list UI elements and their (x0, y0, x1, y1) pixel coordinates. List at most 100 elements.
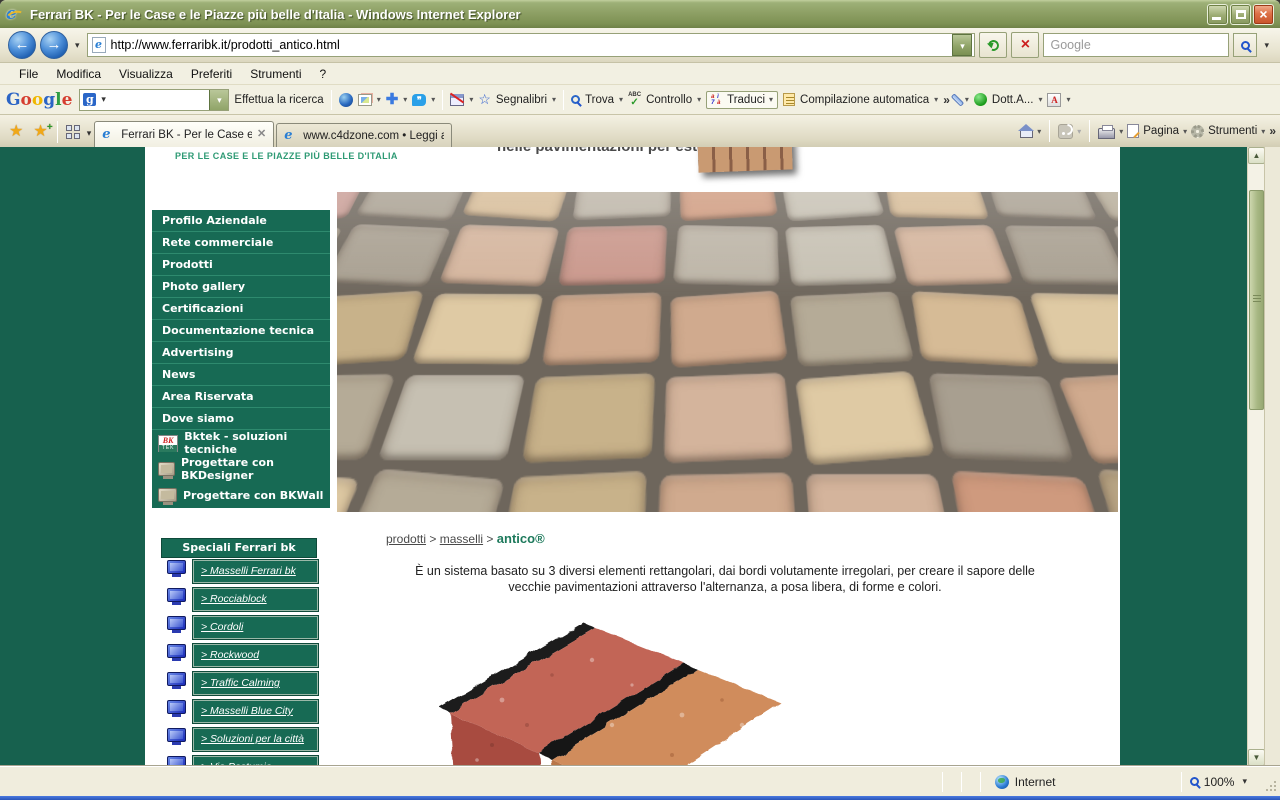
favorites-star-icon[interactable]: ★ (4, 121, 28, 147)
special-link-masselli-blue-city[interactable]: > Masselli Blue City (161, 699, 321, 728)
pdf-dropdown-icon[interactable]: ▾ (1066, 95, 1070, 104)
sidebar-item-bkwall[interactable]: Progettare con BKWall (152, 482, 330, 508)
menu-preferiti[interactable]: Preferiti (182, 65, 241, 83)
special-link-box[interactable]: > Via Postumia (192, 755, 319, 766)
menu-file[interactable]: File (10, 65, 47, 83)
scroll-down-arrow-icon[interactable]: ▼ (1248, 749, 1265, 766)
print-icon[interactable] (1098, 124, 1116, 139)
wrench-settings-icon[interactable] (950, 92, 965, 107)
find-dropdown-icon[interactable]: ▾ (619, 95, 623, 104)
resize-grip[interactable] (1264, 779, 1278, 793)
command-overflow-chevron[interactable]: » (1269, 124, 1276, 138)
sidebar-item-bkdesigner[interactable]: Progettare con BKDesigner (152, 456, 330, 482)
search-box[interactable]: Google (1043, 33, 1230, 57)
special-link-via-postumia[interactable]: > Via Postumia (161, 755, 321, 766)
history-dropdown-icon[interactable]: ▾ (72, 40, 83, 51)
sidebar-item-dove-siamo[interactable]: Dove siamo (152, 408, 330, 430)
sidebar-item-certificazioni[interactable]: Certificazioni (152, 298, 330, 320)
tools-menu-button[interactable]: Strumenti (1208, 125, 1257, 137)
page-menu-button[interactable]: Pagina (1143, 125, 1179, 137)
special-link-box[interactable]: > Masselli Ferrari bk (192, 559, 319, 584)
tools-gear-icon[interactable] (1191, 124, 1205, 138)
toolbar-overflow-chevron[interactable]: » (943, 93, 950, 107)
search-options-dropdown-icon[interactable]: ▾ (1261, 40, 1272, 51)
special-link-box[interactable]: > Soluzioni per la città (192, 727, 319, 752)
sidebar-item-news[interactable]: News (152, 364, 330, 386)
bookmarks-star-icon[interactable]: ☆ (478, 91, 491, 108)
special-link-soluzioni-per-la-citta[interactable]: > Soluzioni per la città (161, 726, 321, 756)
add-widget-icon[interactable]: ✚ (386, 92, 399, 107)
autofill-button[interactable]: Compilazione automatica (800, 94, 929, 106)
bookmarks-dropdown-icon[interactable]: ▾ (552, 95, 556, 104)
tab-ferrari-bk[interactable]: e Ferrari BK - Per le Case e ... ✕ (94, 121, 275, 147)
account-status-icon[interactable] (973, 93, 987, 106)
maximize-button[interactable] (1230, 3, 1251, 25)
autofill-dropdown-icon[interactable]: ▾ (934, 95, 938, 104)
page-menu-icon[interactable] (1127, 124, 1140, 138)
sidebar-item-prodotti[interactable]: Prodotti (152, 254, 330, 276)
google-earth-icon[interactable] (338, 92, 353, 107)
spellcheck-button[interactable]: Controllo (646, 94, 692, 106)
special-link-rockwood[interactable]: > Rockwood (161, 643, 321, 672)
menu-help[interactable]: ? (311, 65, 336, 83)
breadcrumb-link-prodotti[interactable]: prodotti (386, 532, 426, 546)
sidebar-item-advertising[interactable]: Advertising (152, 342, 330, 364)
home-icon[interactable] (1018, 124, 1035, 138)
photos-icon[interactable] (357, 93, 372, 106)
tab-c4dzone[interactable]: e www.c4dzone.com • Leggi ar... (276, 123, 453, 147)
comments-bubble-icon[interactable]: ❞ (412, 93, 427, 106)
close-button[interactable]: × (1253, 3, 1274, 25)
special-link-traffic-calming[interactable]: > Traffic Calming (161, 671, 321, 700)
autofill-icon[interactable] (783, 93, 796, 106)
account-dropdown-icon[interactable]: ▾ (1038, 95, 1042, 104)
vertical-scrollbar[interactable]: ▲ ▼ (1247, 147, 1265, 766)
tools-menu-dropdown-icon[interactable]: ▾ (1261, 127, 1265, 136)
translate-button[interactable]: aì7à Traduci ▾ (706, 90, 779, 109)
print-dropdown-icon[interactable]: ▾ (1119, 127, 1123, 136)
sidebar-item-profilo-aziendale[interactable]: Profilo Aziendale (152, 210, 330, 232)
menu-strumenti[interactable]: Strumenti (241, 65, 310, 83)
sidebar-item-documentazione-tecnica[interactable]: Documentazione tecnica (152, 320, 330, 342)
rss-feed-icon[interactable] (1058, 123, 1074, 139)
page-menu-dropdown-icon[interactable]: ▾ (1183, 127, 1187, 136)
sidebar-item-photo-gallery[interactable]: Photo gallery (152, 276, 330, 298)
sidebar-item-bktek[interactable]: BK TEK Bktek - soluzioni tecniche (152, 430, 330, 456)
stop-button[interactable]: × (1011, 32, 1040, 58)
scrollbar-thumb[interactable] (1249, 190, 1264, 410)
google-search-input[interactable]: g ▾ ▾ (79, 88, 230, 111)
scroll-up-arrow-icon[interactable]: ▲ (1248, 147, 1265, 164)
add-widget-dropdown-icon[interactable]: ▾ (403, 95, 407, 104)
google-search-dropdown-icon[interactable]: ▾ (98, 94, 109, 105)
refresh-button[interactable] (979, 32, 1008, 58)
minimize-button[interactable] (1207, 3, 1228, 25)
bookmarks-button[interactable]: Segnalibri (496, 94, 547, 106)
home-dropdown-icon[interactable]: ▾ (1037, 127, 1041, 136)
menu-visualizza[interactable]: Visualizza (110, 65, 182, 83)
feed-dropdown-icon[interactable]: ▾ (1077, 127, 1081, 136)
sidebar-item-rete-commerciale[interactable]: Rete commerciale (152, 232, 330, 254)
translate-dropdown-icon[interactable]: ▾ (769, 95, 773, 104)
special-link-box[interactable]: > Masselli Blue City (192, 699, 319, 724)
tab-close-icon[interactable]: ✕ (257, 129, 266, 140)
zoom-control[interactable]: 100% ▾ (1182, 775, 1258, 789)
popup-blocker-dropdown-icon[interactable]: ▾ (469, 95, 473, 104)
special-link-cordoli[interactable]: > Cordoli (161, 615, 321, 644)
google-search-history-button[interactable]: ▾ (209, 89, 229, 110)
forward-button[interactable]: → (40, 31, 68, 59)
find-icon[interactable] (571, 95, 581, 104)
photos-dropdown-icon[interactable]: ▾ (377, 95, 381, 104)
popup-blocker-icon[interactable] (450, 93, 465, 106)
special-link-masselli-ferrari-bk[interactable]: > Masselli Ferrari bk (161, 559, 321, 588)
back-button[interactable]: ← (8, 31, 36, 59)
special-link-rocciablock[interactable]: > Rocciablock (161, 587, 321, 616)
google-search-go-button[interactable]: Effettua la ricerca (234, 94, 323, 106)
menu-modifica[interactable]: Modifica (47, 65, 110, 83)
quick-tabs-icon[interactable] (65, 125, 80, 139)
address-field[interactable]: e http://www.ferraribk.it/prodotti_antic… (86, 33, 976, 57)
url-text[interactable]: http://www.ferraribk.it/prodotti_antico.… (111, 38, 953, 52)
special-link-box[interactable]: > Rockwood (192, 643, 319, 668)
spellcheck-icon[interactable]: ABC ✓ (628, 92, 641, 108)
add-favorite-star-icon[interactable]: ★ (28, 121, 53, 147)
address-dropdown-button[interactable]: ▾ (952, 34, 973, 56)
wrench-dropdown-icon[interactable]: ▾ (965, 95, 969, 104)
